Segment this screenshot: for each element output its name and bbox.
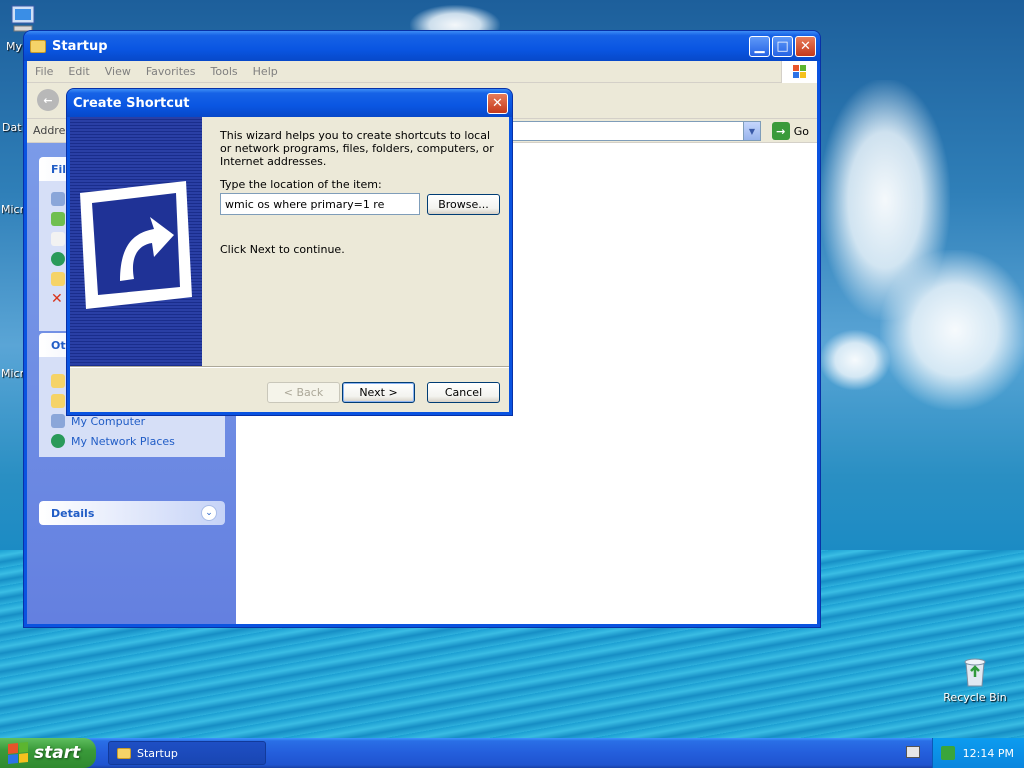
place-label: My Computer — [71, 414, 146, 428]
back-button[interactable]: ← — [37, 89, 59, 111]
dialog-title-bar[interactable]: Create Shortcut — [67, 89, 512, 117]
cloud — [820, 330, 890, 390]
desktop-icon-label: Recycle Bin — [943, 691, 1007, 704]
desktop-icon-recycle-bin[interactable]: Recycle Bin — [942, 656, 1008, 704]
start-button[interactable]: start — [0, 738, 96, 768]
folder-icon — [117, 747, 131, 759]
desktop-icon-label: My — [6, 40, 23, 53]
go-arrow-icon: → — [771, 122, 790, 140]
task-icon — [51, 272, 65, 286]
menu-item-edit[interactable]: Edit — [68, 65, 89, 78]
minimize-icon: ▁ — [754, 39, 765, 54]
place-label: My Network Places — [71, 434, 175, 448]
create-shortcut-dialog: Create Shortcut ✕ This wizard helps you … — [66, 88, 513, 416]
desktop-icon-microsoft-1[interactable]: Micr — [1, 203, 24, 216]
globe-icon — [51, 252, 65, 266]
close-icon: ✕ — [492, 96, 503, 111]
details-panel: Details ⌄ — [39, 501, 225, 525]
hint-text: Click Next to continue. — [220, 243, 345, 256]
dialog-title: Create Shortcut — [73, 95, 190, 111]
back-arrow-icon: ← — [43, 93, 53, 107]
desktop-icon-data[interactable]: Dat — [2, 121, 22, 134]
desktop-icon-label: Micr — [1, 203, 25, 216]
menu-item-tools[interactable]: Tools — [211, 65, 238, 78]
task-icon — [51, 192, 65, 206]
recycle-bin-icon — [960, 656, 990, 688]
task-icon — [51, 212, 65, 226]
chevron-down-icon: ⌄ — [205, 508, 213, 518]
location-input[interactable] — [220, 193, 420, 215]
cloud — [880, 250, 1024, 410]
maximize-icon: □ — [776, 39, 789, 54]
minimize-button[interactable]: ▁ — [749, 36, 770, 57]
location-label: Type the location of the item: — [220, 178, 382, 191]
desktop-icon-microsoft-2[interactable]: Micr — [1, 367, 24, 380]
taskbar: start Startup 12:14 PM — [0, 738, 1024, 768]
cancel-button[interactable]: Cancel — [427, 382, 500, 403]
browse-button[interactable]: Browse... — [427, 194, 500, 215]
dialog-body: This wizard helps you to create shortcut… — [70, 117, 509, 412]
taskbar-item-label: Startup — [137, 746, 178, 760]
folder-icon — [51, 374, 65, 388]
dialog-separator — [70, 366, 509, 368]
go-button[interactable]: → Go — [771, 122, 809, 140]
back-button[interactable]: < Back — [267, 382, 340, 403]
windows-logo-icon — [781, 61, 817, 83]
menu-item-file[interactable]: File — [35, 65, 53, 78]
network-tray-icon[interactable] — [940, 746, 955, 760]
wizard-banner — [70, 117, 202, 366]
folder-icon — [30, 39, 46, 53]
wizard-intro-text: This wizard helps you to create shortcut… — [220, 129, 494, 168]
system-tray: 12:14 PM — [932, 738, 1024, 768]
desktop-icon-label: Micr — [1, 367, 25, 380]
close-button[interactable]: ✕ — [795, 36, 816, 57]
maximize-button[interactable]: □ — [772, 36, 793, 57]
keyboard-icon[interactable] — [906, 746, 920, 758]
menu-bar: File Edit View Favorites Tools Help — [27, 61, 817, 83]
window-controls: ▁ □ ✕ — [749, 36, 816, 57]
task-icon — [51, 232, 65, 246]
network-icon — [51, 434, 65, 448]
taskbar-item-startup[interactable]: Startup — [108, 741, 266, 765]
explorer-title-bar[interactable]: Startup — [24, 31, 820, 61]
address-dropdown-button[interactable]: ▼ — [743, 122, 760, 140]
start-label: start — [34, 743, 81, 763]
close-icon: ✕ — [800, 39, 811, 54]
chevron-down-icon: ▼ — [748, 126, 756, 136]
shortcut-arrow-icon — [76, 177, 196, 320]
computer-icon — [51, 414, 65, 428]
go-label: Go — [793, 124, 809, 138]
desktop-icon-label: Dat — [2, 121, 22, 134]
menu-item-help[interactable]: Help — [253, 65, 278, 78]
delete-icon: ✕ — [51, 291, 63, 307]
dialog-close-button[interactable]: ✕ — [487, 93, 508, 114]
menu-item-view[interactable]: View — [105, 65, 131, 78]
folder-icon — [51, 394, 65, 408]
panel-heading[interactable]: Details — [39, 501, 225, 525]
next-button[interactable]: Next > — [342, 382, 415, 403]
windows-flag-icon — [8, 741, 28, 765]
explorer-title: Startup — [52, 38, 108, 54]
expand-chevron-button[interactable]: ⌄ — [201, 505, 217, 521]
place-my-network-places[interactable]: My Network Places — [51, 431, 213, 451]
clock[interactable]: 12:14 PM — [963, 747, 1014, 760]
menu-item-favorites[interactable]: Favorites — [146, 65, 196, 78]
